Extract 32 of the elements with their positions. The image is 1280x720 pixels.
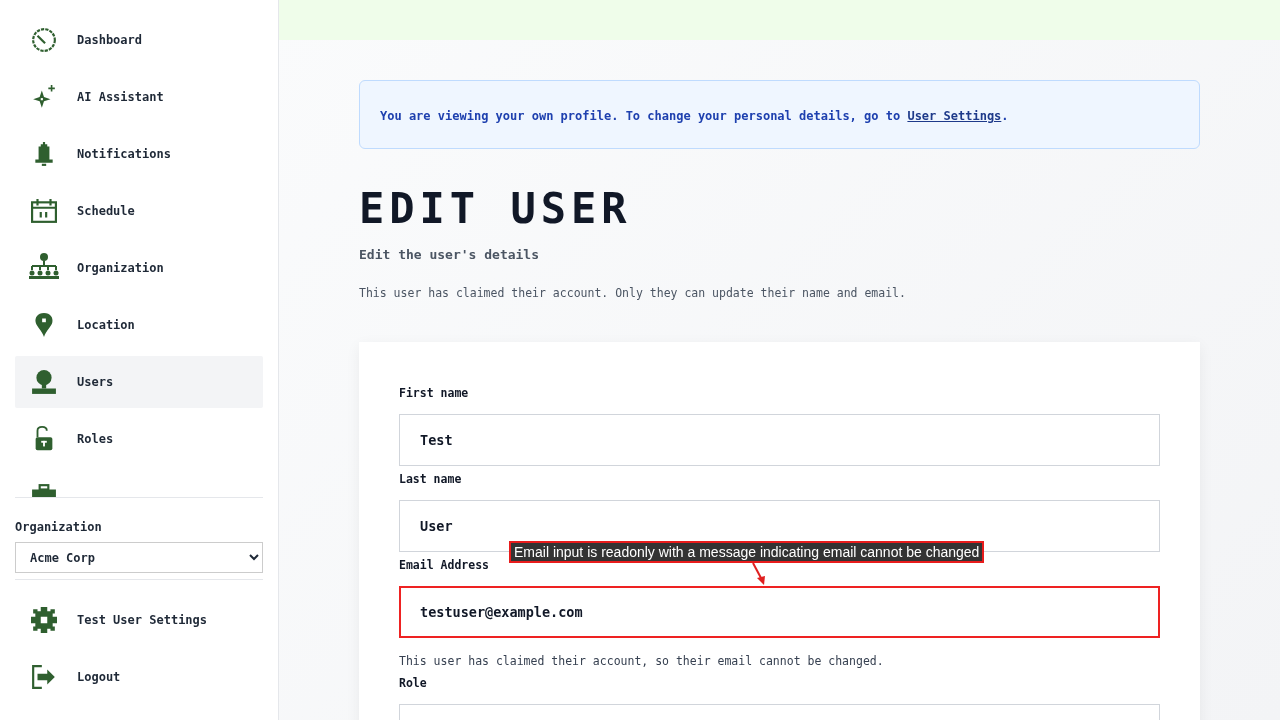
field-label: First name [399, 386, 470, 400]
sidebar-item[interactable]: Dashboard [15, 14, 263, 66]
sidebar-item[interactable]: Location [15, 299, 263, 351]
annotation-arrow [751, 562, 767, 586]
organization-select[interactable]: Acme Corp [15, 542, 263, 573]
sidebar-item[interactable]: Schedule [15, 185, 263, 237]
input-field[interactable]: Test [399, 414, 1160, 466]
user-icon [31, 369, 57, 395]
sidebar-item[interactable]: Logout [15, 651, 263, 703]
field-label: Role [399, 676, 428, 690]
alert-message: You are viewing your own profile. To change your personal details, go to User Settings. [380, 109, 1009, 123]
page-subtitle: Edit the user's details [359, 247, 540, 262]
input-field[interactable]: testuser@example.com [399, 586, 1160, 638]
organization-label: Organization [15, 520, 103, 534]
page-title: EDIT USER [359, 187, 633, 231]
sidebar-item[interactable]: Users [15, 356, 263, 408]
user-settings-link[interactable]: User Settings [907, 109, 1002, 123]
gear-icon [31, 607, 57, 633]
annotation-callout: Email input is readonly with a message indicating email cannot be changed [509, 541, 985, 563]
field-label: Last name [399, 472, 463, 486]
sidebar-item[interactable]: Roles [15, 413, 263, 465]
field-label: Email Address [399, 558, 490, 572]
field-hint: This user has claimed their account, so their email cannot be changed. [399, 654, 885, 668]
sidebar-item[interactable]: Organization [15, 242, 263, 294]
sidebar-item[interactable]: AI Assistant [15, 71, 263, 123]
logout-icon [31, 664, 57, 690]
sidebar-item[interactable]: Test User Settings [15, 594, 263, 646]
gauge-icon [31, 27, 57, 53]
claimed-note: This user has claimed their account. Only they can update their name and email. [359, 286, 907, 300]
sparkle-icon [31, 84, 57, 110]
sidebar-item[interactable]: Notifications [15, 128, 263, 180]
calendar-icon [31, 198, 57, 224]
